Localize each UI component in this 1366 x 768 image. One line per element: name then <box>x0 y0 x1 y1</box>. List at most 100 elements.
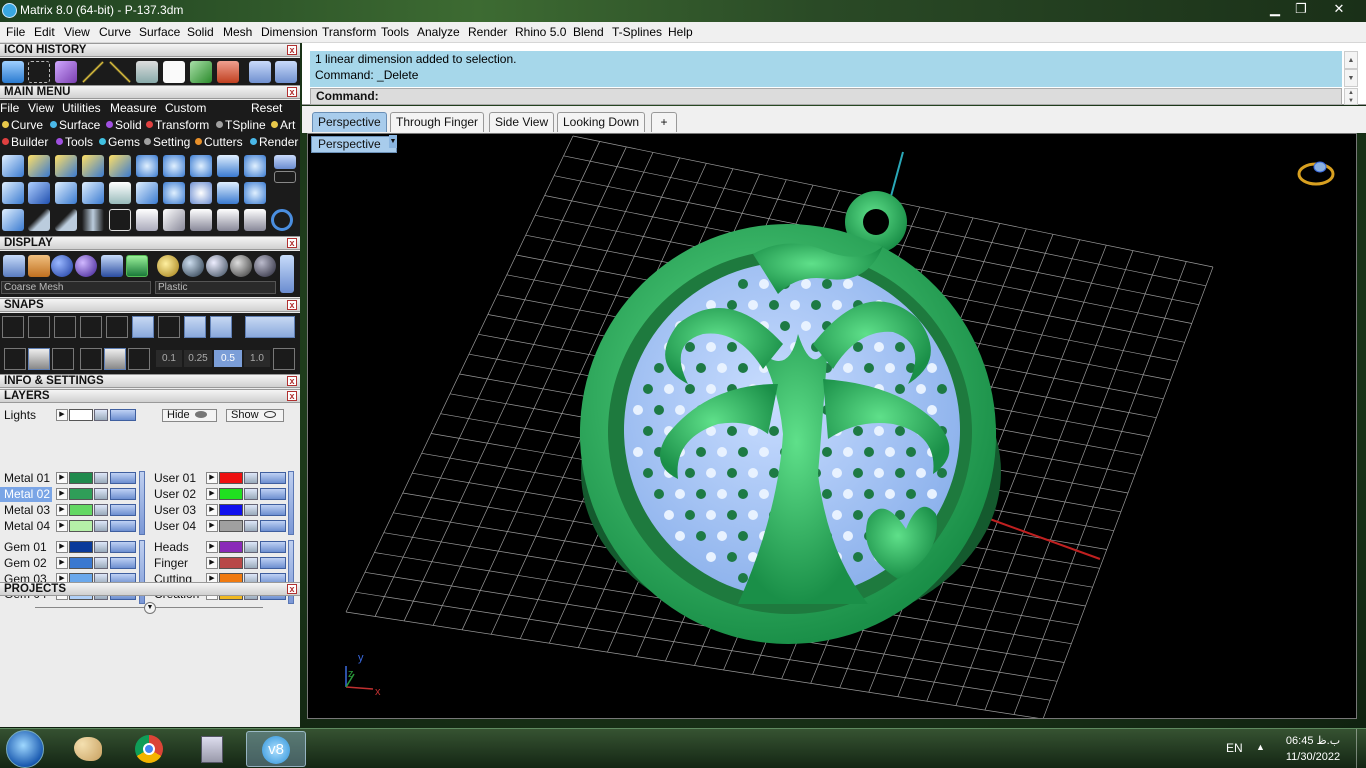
language-indicator[interactable]: EN <box>1226 741 1243 755</box>
scale-2d-icon[interactable] <box>163 209 185 231</box>
menu-surface[interactable]: Surface <box>139 25 180 39</box>
curve-tool-icon[interactable] <box>28 155 50 177</box>
close-icon[interactable]: x <box>287 300 297 310</box>
ghost-mode-icon[interactable] <box>28 255 50 277</box>
pave-tool-icon[interactable] <box>136 155 158 177</box>
shaded-mode-icon[interactable] <box>51 255 73 277</box>
gold-material-icon[interactable] <box>157 255 179 277</box>
lock-icon[interactable] <box>244 520 258 532</box>
add-tab-button[interactable]: + <box>651 112 677 132</box>
lights-color-swatch[interactable] <box>69 409 93 421</box>
visibility-icon[interactable] <box>260 488 286 500</box>
menu-mesh[interactable]: Mesh <box>223 25 252 39</box>
layer-arrow-icon[interactable]: ▶ <box>56 520 68 532</box>
box-snap-icon[interactable] <box>28 348 50 370</box>
layer-arrow-icon[interactable]: ▶ <box>206 472 218 484</box>
mm-tab-utilities[interactable]: Utilities <box>62 101 101 115</box>
layer-arrow-icon[interactable]: ▶ <box>56 557 68 569</box>
close-button[interactable]: ✕ <box>1314 0 1364 17</box>
render-mode-icon[interactable] <box>75 255 97 277</box>
layer-arrow-icon[interactable]: ▶ <box>56 504 68 516</box>
curve-edit-icon[interactable] <box>82 155 104 177</box>
command-input[interactable]: Command: <box>310 88 1342 105</box>
mirror-tool-icon[interactable] <box>82 209 104 231</box>
projects-header[interactable]: PROJECTS x <box>0 582 300 596</box>
layer-row[interactable]: Gem 02 ▶ <box>0 556 140 571</box>
metal-material-icon[interactable] <box>182 255 204 277</box>
minimize-button[interactable]: ▁ <box>1262 0 1288 17</box>
snap-ortho-icon[interactable] <box>245 316 295 338</box>
restore-button[interactable]: ❐ <box>1288 0 1314 17</box>
shape-snap-icon[interactable] <box>104 348 126 370</box>
grid-snap-icon[interactable] <box>4 348 26 370</box>
layer-row[interactable]: Finger ▶ <box>150 556 290 571</box>
snap-cen-icon[interactable] <box>106 316 128 338</box>
channel-tool-icon[interactable] <box>82 182 104 204</box>
prong-tool-icon[interactable] <box>190 155 212 177</box>
visibility-icon[interactable] <box>260 472 286 484</box>
shank-tool-icon[interactable] <box>109 182 131 204</box>
show-desktop-button[interactable] <box>1356 729 1366 768</box>
cat-tools[interactable]: Tools <box>56 135 93 149</box>
material-dropdown[interactable]: Plastic <box>155 281 276 294</box>
layer-color-swatch[interactable] <box>69 557 93 569</box>
menu-tsplines[interactable]: T-Splines <box>612 25 662 39</box>
link-tool-icon[interactable] <box>190 209 212 231</box>
snap-mid-icon[interactable] <box>80 316 102 338</box>
calculator-taskbar-icon[interactable] <box>182 731 242 767</box>
command-spinner[interactable]: ▲ ▼ <box>1344 88 1358 105</box>
house-icon[interactable] <box>217 61 239 83</box>
diamond-gem-icon[interactable] <box>28 182 50 204</box>
arrow-right-icon[interactable] <box>275 61 297 83</box>
rotate-tool-icon[interactable] <box>136 209 158 231</box>
grid-density-icon[interactable] <box>80 348 102 370</box>
layers-scroll-left[interactable] <box>139 471 145 535</box>
cat-transform[interactable]: Transform <box>146 118 209 132</box>
chrome-material-icon[interactable] <box>230 255 252 277</box>
clock[interactable]: 06:45 ب.ظ 11/30/2022 <box>1278 733 1348 765</box>
scale-tool-icon[interactable] <box>28 61 50 83</box>
menu-dimension[interactable]: Dimension <box>261 25 318 39</box>
layer-color-swatch[interactable] <box>69 488 93 500</box>
curve-add-icon[interactable] <box>55 155 77 177</box>
cat-builder[interactable]: Builder <box>2 135 48 149</box>
ring-nav-icon[interactable] <box>1297 161 1335 186</box>
plane-tool-icon[interactable] <box>2 155 24 177</box>
search-object-icon[interactable] <box>136 61 158 83</box>
history-scroll-down[interactable]: ▼ <box>1344 69 1358 87</box>
lock-icon[interactable] <box>94 557 108 569</box>
snap-value-4[interactable]: 1.0 <box>244 350 270 367</box>
lock-icon[interactable] <box>244 488 258 500</box>
visibility-icon[interactable] <box>260 520 286 532</box>
sweep-tool-icon[interactable] <box>190 61 212 83</box>
layer-row[interactable]: Gem 01 ▶ <box>0 540 140 555</box>
halo-tool-icon[interactable] <box>163 182 185 204</box>
gem-drop-icon[interactable] <box>163 155 185 177</box>
tab-through-finger[interactable]: Through Finger <box>390 112 485 132</box>
layer-row[interactable]: User 04 ▶ <box>150 519 290 534</box>
cat-render[interactable]: Render <box>250 135 298 149</box>
panel-toggle-icon[interactable] <box>274 155 296 169</box>
visibility-icon[interactable] <box>110 504 136 516</box>
visibility-icon[interactable] <box>110 472 136 484</box>
lock-icon[interactable] <box>244 504 258 516</box>
mm-tab-custom[interactable]: Custom <box>165 101 206 115</box>
layer-arrow-icon[interactable]: ▶ <box>206 520 218 532</box>
lock-icon[interactable] <box>94 520 108 532</box>
layer-arrow-icon[interactable]: ▶ <box>56 472 68 484</box>
menu-edit[interactable]: Edit <box>34 25 55 39</box>
matrix-taskbar-icon[interactable]: v8 <box>246 731 306 767</box>
viewport-perspective[interactable]: y x z Perspective ▼ <box>307 133 1357 719</box>
cat-cutters[interactable]: Cutters <box>195 135 243 149</box>
split-tool-icon[interactable] <box>217 209 239 231</box>
lock-icon[interactable] <box>94 541 108 553</box>
trim-tool-icon[interactable] <box>244 209 266 231</box>
viewport-label[interactable]: Perspective <box>311 136 397 153</box>
layer-color-swatch[interactable] <box>219 488 243 500</box>
layer-arrow-icon[interactable]: ▶ <box>206 541 218 553</box>
mm-tab-view[interactable]: View <box>28 101 54 115</box>
visibility-icon[interactable] <box>260 541 286 553</box>
layer-row[interactable]: User 03 ▶ <box>150 503 290 518</box>
lights-lock-icon[interactable] <box>94 409 108 421</box>
close-icon[interactable]: x <box>287 584 297 594</box>
